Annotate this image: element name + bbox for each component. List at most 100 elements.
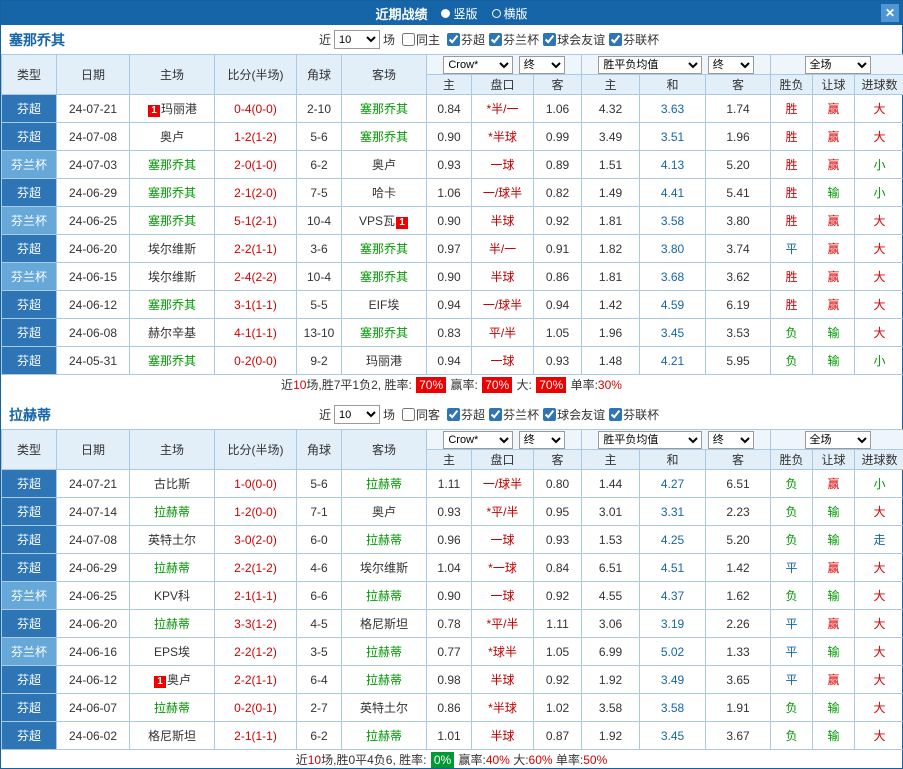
match-row: 芬超 24-06-08 赫尔辛基 4-1(1-1) 13-10 塞那乔其 0.83 平/半 1.…	[1, 318, 903, 347]
full-match-select[interactable]: 全场	[804, 430, 871, 449]
col-type: 类型	[1, 54, 57, 95]
avg-away-odds-cell: 1.74	[705, 94, 772, 123]
league-filter[interactable]: 芬兰杯	[485, 31, 539, 48]
avg-away-odds-cell: 6.19	[705, 290, 772, 319]
avg-home-odds-cell: 1.81	[581, 206, 641, 235]
same-venue-filter[interactable]: 同主	[398, 31, 440, 48]
away-team-cell: 格尼斯坦	[341, 609, 427, 638]
date-cell: 24-06-29	[56, 553, 130, 582]
team-name-text: 奥卢	[159, 130, 184, 144]
same-venue-checkbox[interactable]	[402, 33, 416, 46]
col-let-ball: 让球	[812, 449, 856, 470]
avg-home-odds-cell: 1.92	[581, 665, 641, 694]
wdl-average-select[interactable]: 胜平负均值	[598, 55, 703, 74]
team-name-text: 塞那乔其	[359, 102, 408, 116]
asian-away-odds-cell: 0.92	[532, 665, 583, 694]
league-checkbox[interactable]	[447, 32, 461, 46]
corners-cell: 4-5	[296, 609, 342, 638]
league-checkbox[interactable]	[489, 32, 503, 46]
match-row: 芬超 24-06-02 格尼斯坦 2-1(1-1) 6-2 拉赫蒂 1.01 半球 0.87 1.…	[1, 721, 903, 750]
col-avg-away: 客	[705, 449, 772, 470]
league-filter[interactable]: 芬超	[443, 406, 485, 423]
handicap-time-select[interactable]: 终	[518, 55, 565, 74]
result-wdl-cell: 胜	[770, 262, 814, 291]
league-label: 芬超	[461, 32, 486, 47]
date-cell: 24-06-12	[56, 290, 130, 319]
bookmaker-select[interactable]: Crow*	[443, 55, 514, 74]
team-name-text: 玛丽港	[365, 354, 402, 368]
vertical-view-label[interactable]: 竖版	[453, 5, 477, 22]
summary-text: 30%	[597, 378, 622, 392]
col-asian-away: 客	[532, 449, 583, 470]
team-name-text: 拉赫蒂	[365, 477, 402, 491]
away-team-cell: 玛丽港	[341, 346, 427, 375]
asian-away-odds-cell: 1.05	[532, 637, 583, 666]
section-header-row: 拉赫蒂 近 10 场 同客 芬超 芬兰杯 球会友谊 芬联杯	[1, 400, 902, 429]
date-cell: 24-06-25	[56, 581, 130, 610]
avg-away-odds-cell: 3.53	[705, 318, 772, 347]
filter-controls: 近 10 场 同主 芬超 芬兰杯 球会友谊 芬联杯	[319, 30, 659, 49]
vertical-view-radio[interactable]	[441, 8, 451, 18]
league-filter[interactable]: 球会友谊	[539, 406, 605, 423]
league-checkbox[interactable]	[543, 407, 557, 421]
result-wdl-cell: 平	[770, 234, 814, 263]
result-handicap-cell: 赢	[812, 262, 856, 291]
asian-home-odds-cell: 0.96	[426, 525, 472, 554]
horizontal-view-radio[interactable]	[491, 8, 501, 18]
avg-home-odds-cell: 1.96	[581, 318, 641, 347]
avg-away-odds-cell: 3.74	[705, 234, 772, 263]
date-cell: 24-06-16	[56, 637, 130, 666]
close-icon[interactable]: ✕	[881, 4, 899, 22]
avg-time-select[interactable]: 终	[707, 55, 754, 74]
away-team-section: 拉赫蒂 近 10 场 同客 芬超 芬兰杯 球会友谊 芬联杯 类型 日期 主场 比…	[1, 400, 903, 769]
asian-handicap-cell: 半球	[471, 262, 534, 291]
league-filter[interactable]: 球会友谊	[539, 31, 605, 48]
rate-badge: 0%	[430, 752, 455, 768]
team-name-text: 英特土尔	[359, 701, 408, 715]
result-goals-cell: 大	[854, 497, 903, 526]
match-count-select[interactable]: 10	[334, 405, 381, 424]
league-checkbox[interactable]	[447, 407, 461, 421]
asian-home-odds-cell: 0.77	[426, 637, 472, 666]
home-team-cell: 埃尔维斯	[129, 262, 215, 291]
result-wdl-cell: 胜	[770, 122, 814, 151]
home-team-cell: EPS埃	[129, 637, 215, 666]
full-match-select[interactable]: 全场	[804, 55, 871, 74]
avg-draw-odds-cell: 3.58	[639, 693, 707, 722]
result-handicap-cell: 赢	[812, 290, 856, 319]
league-filter[interactable]: 芬兰杯	[485, 406, 539, 423]
same-venue-checkbox[interactable]	[402, 408, 416, 421]
avg-time-select[interactable]: 终	[707, 430, 754, 449]
league-filter[interactable]: 芬联杯	[605, 31, 659, 48]
league-checkbox[interactable]	[543, 32, 557, 46]
asian-handicap-cell: *半球	[471, 122, 534, 151]
result-goals-cell: 小	[854, 469, 903, 498]
match-row: 芬兰杯 24-06-25 KPV科 2-1(1-1) 6-6 拉赫蒂 0.90 一球 0.92 4…	[1, 581, 903, 610]
date-cell: 24-06-29	[56, 178, 130, 207]
team-name-text: 塞那乔其	[359, 242, 408, 256]
away-team-cell: 拉赫蒂	[341, 581, 427, 610]
league-filter[interactable]: 芬联杯	[605, 406, 659, 423]
asian-away-odds-cell: 0.92	[532, 206, 583, 235]
col-home: 主场	[129, 54, 215, 95]
match-count-select[interactable]: 10	[334, 30, 381, 49]
league-checkbox[interactable]	[489, 407, 503, 421]
handicap-time-select[interactable]: 终	[518, 430, 565, 449]
asian-handicap-cell: *半/一	[471, 94, 534, 123]
home-team-cell: 1 玛丽港	[129, 94, 215, 123]
result-wdl-cell: 平	[770, 609, 814, 638]
summary-row: 近10场,胜7平1负2, 胜率: 70% 赢率: 70% 大: 70% 单率:3…	[1, 375, 902, 396]
same-venue-filter[interactable]: 同客	[398, 406, 440, 423]
score-cell: 2-1(1-1)	[214, 581, 297, 610]
bookmaker-select[interactable]: Crow*	[443, 430, 514, 449]
league-checkbox[interactable]	[609, 32, 623, 46]
league-filter[interactable]: 芬超	[443, 31, 485, 48]
away-team-cell: 埃尔维斯	[341, 553, 427, 582]
asian-home-odds-cell: 0.90	[426, 206, 472, 235]
wdl-average-select[interactable]: 胜平负均值	[598, 430, 703, 449]
team-name-text: 英特土尔	[147, 533, 196, 547]
horizontal-view-label[interactable]: 横版	[504, 5, 528, 22]
rate-badge: 70%	[416, 377, 447, 393]
asian-handicap-cell: 一球	[471, 525, 534, 554]
league-checkbox[interactable]	[609, 407, 623, 421]
